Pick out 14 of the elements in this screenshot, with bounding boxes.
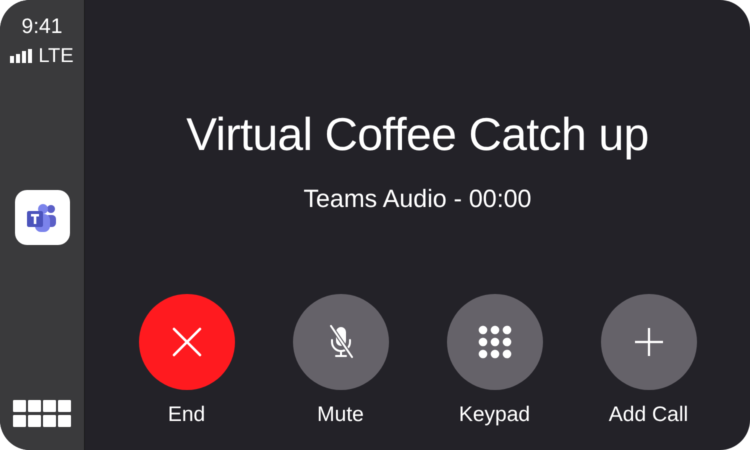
button-label: Mute	[317, 402, 364, 428]
status-time: 9:41	[22, 15, 62, 39]
call-title: Virtual Coffee Catch up	[186, 107, 649, 162]
plus-icon	[634, 327, 664, 357]
network-label: LTE	[38, 45, 74, 67]
app-icon[interactable]	[14, 190, 70, 245]
button-label: Add Call	[608, 402, 688, 428]
button-label: End	[168, 402, 206, 428]
call-status: Teams Audio - 00:00	[304, 184, 532, 214]
keypad-icon	[478, 325, 512, 359]
muted-microphone-icon	[328, 325, 354, 359]
app-grid-icon[interactable]	[13, 400, 71, 428]
button-label: Keypad	[458, 402, 530, 428]
close-icon	[172, 327, 202, 357]
